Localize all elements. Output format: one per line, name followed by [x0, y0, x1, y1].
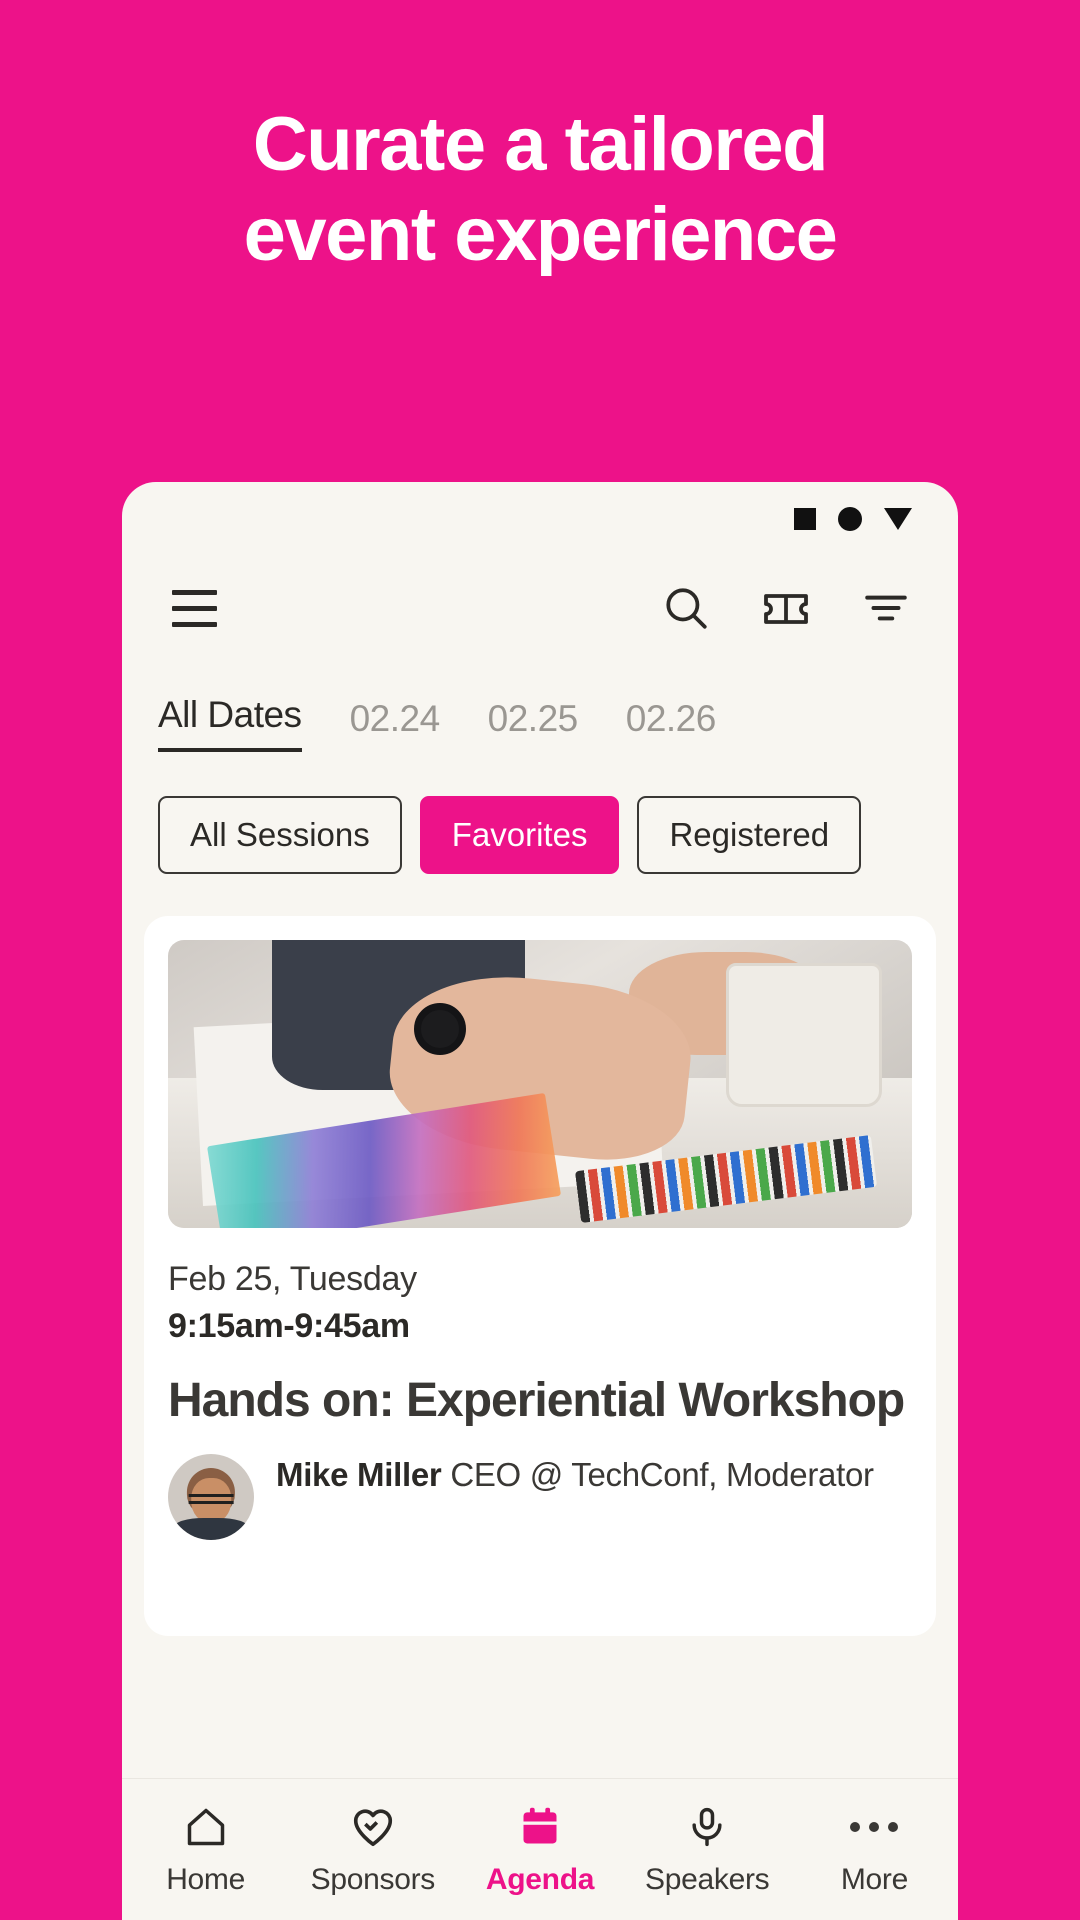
- calendar-icon: [518, 1803, 562, 1851]
- square-icon: [794, 508, 816, 530]
- triangle-down-icon: [884, 508, 912, 530]
- filter-chips: All Sessions Favorites Registered: [122, 752, 958, 874]
- heart-icon: [350, 1803, 396, 1851]
- speaker-role: CEO @ TechConf, Moderator: [450, 1456, 874, 1494]
- nav-label-home: Home: [166, 1862, 246, 1896]
- nav-item-more[interactable]: More: [791, 1803, 958, 1897]
- session-photo: [168, 940, 912, 1228]
- status-bar: [122, 482, 958, 556]
- hero-headline-line2: event experience: [243, 192, 838, 277]
- nav-label-agenda: Agenda: [485, 1862, 595, 1896]
- search-icon[interactable]: [650, 572, 722, 644]
- date-tab-all-dates[interactable]: All Dates: [158, 694, 302, 752]
- nav-label-speakers: Speakers: [645, 1862, 770, 1896]
- speaker-row[interactable]: Mike Miller CEO @ TechConf, Moderator: [168, 1454, 912, 1541]
- speaker-name: Mike Miller: [276, 1456, 442, 1494]
- hero-headline-line1: Curate a tailored: [252, 102, 829, 188]
- date-tab-0226[interactable]: 02.26: [626, 698, 717, 752]
- phone-mockup: All Dates 02.24 02.25 02.26 All Sessions…: [122, 482, 958, 1920]
- date-tab-0224[interactable]: 02.24: [350, 698, 441, 752]
- ticket-icon[interactable]: [750, 572, 822, 644]
- appbar-actions: [650, 572, 922, 644]
- chip-all-sessions[interactable]: All Sessions: [158, 796, 402, 874]
- session-date: Feb 25, Tuesday: [168, 1260, 417, 1298]
- bottom-navigation: Home Sponsors Agenda Speakers More: [122, 1778, 958, 1920]
- speaker-info: Mike Miller CEO @ TechConf, Moderator: [276, 1454, 874, 1497]
- nav-item-sponsors[interactable]: Sponsors: [289, 1803, 456, 1897]
- date-tabs: All Dates 02.24 02.25 02.26: [122, 660, 958, 752]
- chip-favorites[interactable]: Favorites: [419, 796, 620, 874]
- filter-icon[interactable]: [850, 572, 922, 644]
- nav-item-agenda[interactable]: Agenda: [456, 1803, 623, 1897]
- chip-registered[interactable]: Registered: [637, 796, 862, 874]
- microphone-icon: [685, 1803, 729, 1851]
- avatar: [168, 1454, 254, 1541]
- ellipsis-icon: [850, 1803, 899, 1851]
- session-title: Hands on: Experiential Workshop: [168, 1374, 905, 1427]
- nav-label-sponsors: Sponsors: [310, 1862, 436, 1896]
- nav-label-more: More: [840, 1862, 908, 1896]
- hero-banner: Curate a tailored event experience: [0, 0, 1080, 470]
- nav-item-speakers[interactable]: Speakers: [624, 1803, 791, 1897]
- hamburger-menu-icon[interactable]: [158, 572, 230, 644]
- session-time: 9:15am-9:45am: [168, 1307, 410, 1345]
- circle-icon: [838, 507, 862, 531]
- app-bar: [122, 556, 958, 660]
- date-tab-0225[interactable]: 02.25: [488, 698, 579, 752]
- nav-item-home[interactable]: Home: [122, 1803, 289, 1897]
- home-icon: [184, 1803, 228, 1851]
- session-card[interactable]: Feb 25, Tuesday 9:15am-9:45am Hands on: …: [144, 916, 936, 1636]
